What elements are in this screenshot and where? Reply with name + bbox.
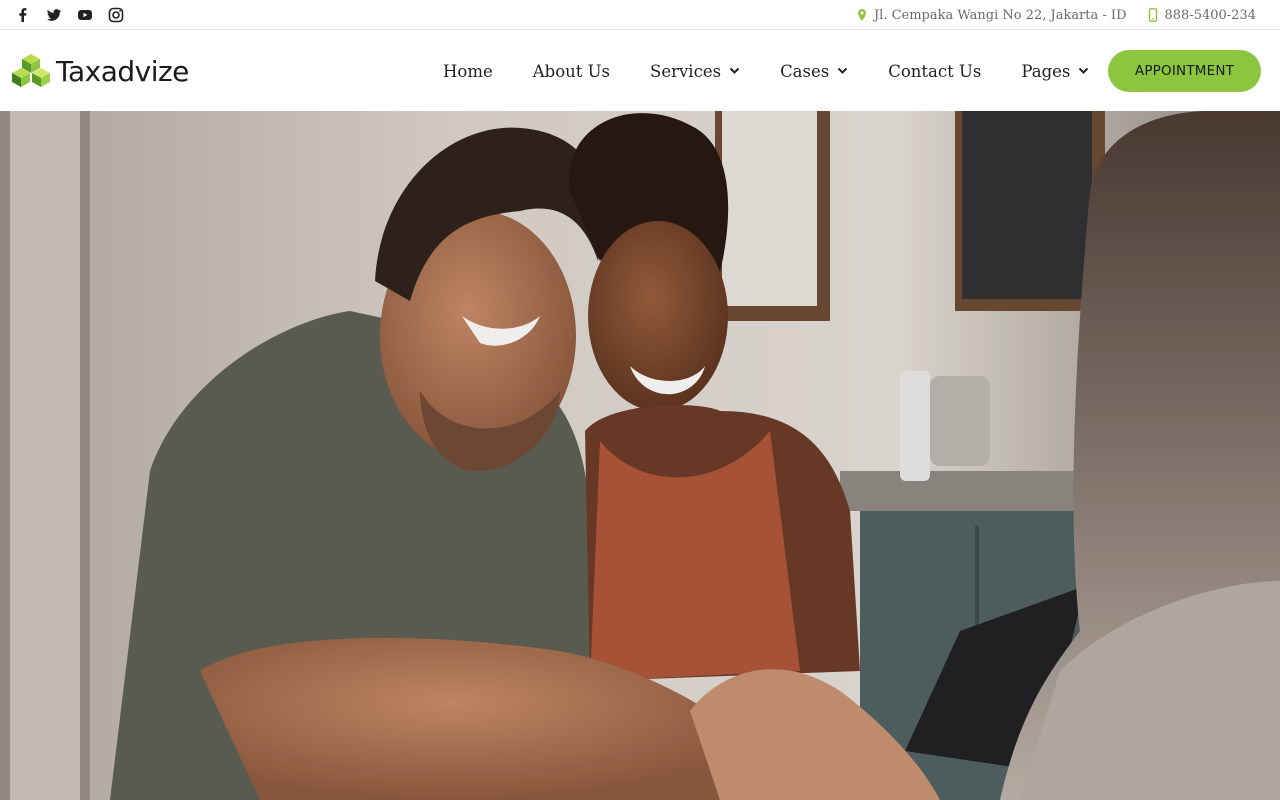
phone-item[interactable]: 888-5400-234 bbox=[1147, 7, 1257, 23]
chevron-down-icon bbox=[729, 67, 740, 75]
youtube-icon[interactable] bbox=[76, 6, 94, 24]
nav-label: Services bbox=[650, 61, 722, 81]
nav-about-us[interactable]: About Us bbox=[533, 62, 610, 81]
main-header: Taxadvize Home About Us Services Cases C… bbox=[0, 31, 1280, 111]
nav-pages[interactable]: Pages bbox=[1021, 62, 1089, 81]
address-text: Jl. Cempaka Wangi No 22, Jakarta - ID bbox=[873, 7, 1127, 23]
nav-contact-us[interactable]: Contact Us bbox=[888, 62, 981, 81]
hero-image bbox=[0, 111, 1280, 800]
logo-mark-icon bbox=[10, 53, 52, 89]
phone-text: 888-5400-234 bbox=[1164, 7, 1257, 23]
mobile-phone-icon bbox=[1147, 8, 1159, 22]
instagram-icon[interactable] bbox=[107, 6, 125, 24]
address-item: Jl. Cempaka Wangi No 22, Jakarta - ID bbox=[856, 8, 1127, 23]
nav-label: Pages bbox=[1021, 61, 1071, 81]
contact-info: Jl. Cempaka Wangi No 22, Jakarta - ID 88… bbox=[856, 0, 1256, 30]
nav-label: About Us bbox=[532, 61, 611, 81]
nav-label: Cases bbox=[780, 61, 830, 81]
top-bar: Jl. Cempaka Wangi No 22, Jakarta - ID 88… bbox=[0, 0, 1280, 30]
facebook-icon[interactable] bbox=[14, 6, 32, 24]
nav-label: Contact Us bbox=[888, 61, 982, 81]
chevron-down-icon bbox=[837, 67, 848, 75]
nav-services[interactable]: Services bbox=[650, 62, 740, 81]
location-pin-icon bbox=[856, 8, 868, 22]
twitter-icon[interactable] bbox=[45, 6, 63, 24]
logo-text: Taxadvize bbox=[56, 54, 189, 88]
nav-label: Home bbox=[443, 61, 493, 81]
nav-home[interactable]: Home bbox=[443, 62, 493, 81]
nav-cases[interactable]: Cases bbox=[780, 62, 848, 81]
social-links bbox=[14, 6, 125, 24]
main-nav: Home About Us Services Cases Contact Us … bbox=[443, 31, 1129, 111]
site-logo[interactable]: Taxadvize bbox=[10, 53, 189, 89]
appointment-button[interactable]: APPOINTMENT bbox=[1108, 50, 1261, 92]
hero-photo-illustration bbox=[0, 111, 1280, 800]
chevron-down-icon bbox=[1078, 67, 1089, 75]
